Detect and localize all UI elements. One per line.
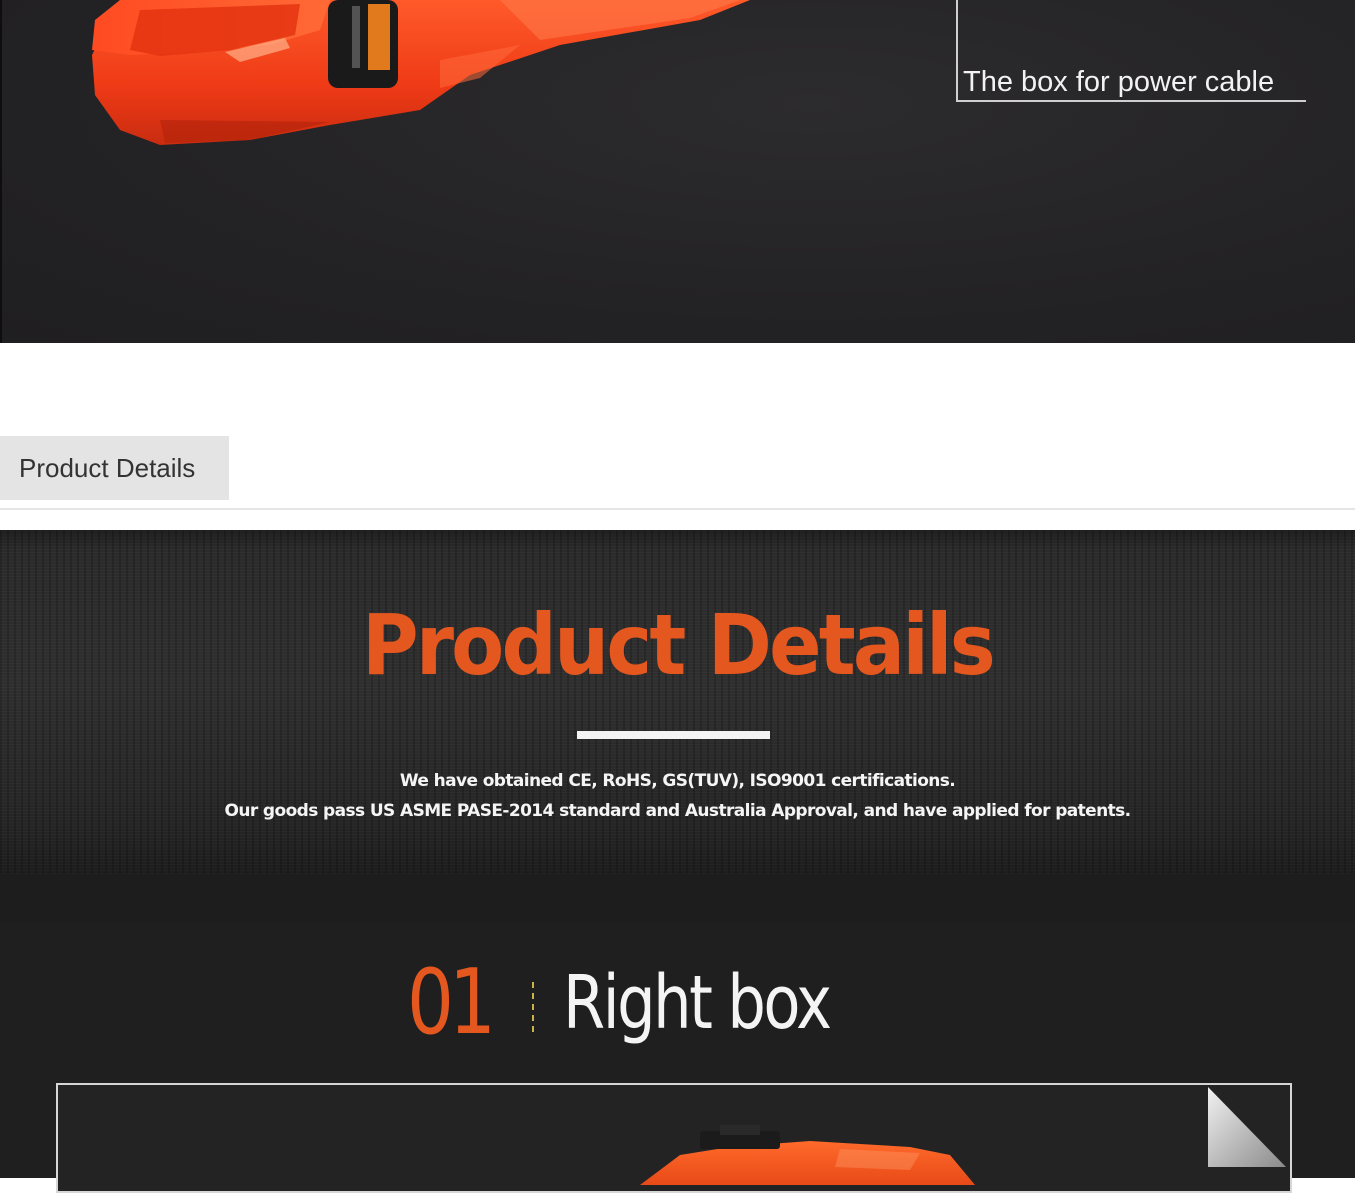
orange-product-photo-bottom: [640, 1125, 975, 1185]
section-separator: [532, 982, 534, 1032]
certifications-text: We have obtained CE, RoHS, GS(TUV), ISO9…: [399, 771, 956, 791]
details-banner: [0, 530, 1355, 874]
product-image-top: The box for power cable: [0, 0, 1355, 343]
standards-text: Our goods pass US ASME PASE-2014 standar…: [224, 801, 1131, 821]
callout-label: The box for power cable: [963, 66, 1275, 98]
banner-underline: [577, 731, 770, 739]
section-number: 01: [407, 950, 496, 1055]
tab-product-details[interactable]: Product Details: [0, 436, 229, 500]
banner-title: Product Details: [361, 596, 996, 694]
tab-divider: [0, 508, 1355, 510]
page-curl-icon: [1208, 1087, 1286, 1167]
section-title: Right box: [563, 960, 832, 1046]
orange-product-photo: [92, 0, 750, 145]
